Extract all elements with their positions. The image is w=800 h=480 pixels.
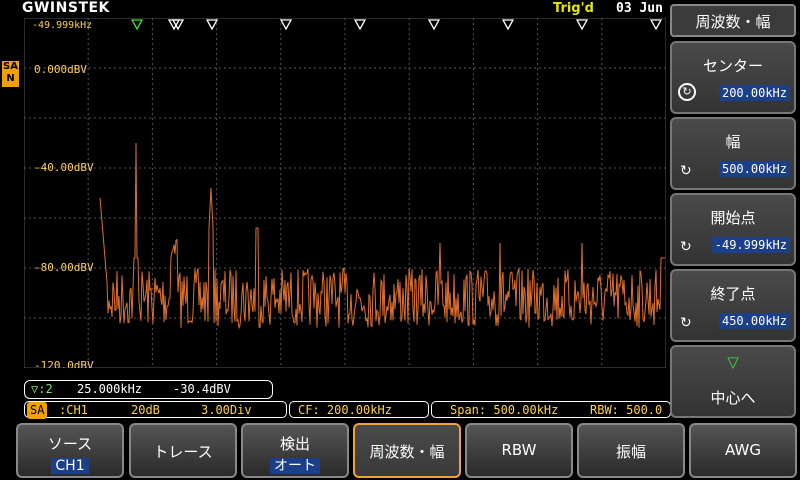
marker-triangle-icon — [649, 19, 663, 31]
menu-title: 周波数・幅 — [670, 4, 796, 37]
span-button[interactable]: 幅 ↻ 500.00kHz — [670, 117, 796, 190]
sa-channel-badge: SA N — [2, 61, 19, 87]
tab-detection-label: 検出 — [279, 435, 310, 453]
stop-label: 終了点 — [710, 285, 756, 303]
tab-trace-label: トレース — [153, 443, 213, 461]
marker-triangles — [130, 19, 663, 31]
tab-awg[interactable]: AWG — [689, 423, 797, 478]
start-label: 開始点 — [710, 209, 756, 227]
tab-source-value: CH1 — [51, 458, 89, 474]
start-frequency-button[interactable]: 開始点 ↻ -49.999kHz — [670, 193, 796, 266]
brand-logo: GWINSTEK — [22, 0, 110, 16]
side-menu: 周波数・幅 センター ↻ 200.00kHz 幅 ↻ 500.00kHz 開始点… — [668, 0, 800, 420]
rbw-value: RBW: 500.0 — [590, 403, 663, 417]
gain-value: 20dB — [131, 403, 160, 417]
stop-value: 450.00kHz — [718, 313, 790, 329]
span-value-field: 500.00kHz — [718, 161, 790, 177]
y-label-3: -120.0dBV — [34, 359, 94, 368]
center-label: センター — [702, 57, 763, 75]
marker-triangle-icon — [205, 19, 219, 31]
knob-icon: ↻ — [680, 315, 692, 331]
source-status: SA :CH1 20dB 3.00Div — [24, 401, 287, 419]
source-badge: SA — [27, 402, 48, 419]
center-to-marker-label: 中心へ — [710, 389, 756, 407]
knob-icon: ↻ — [678, 83, 696, 101]
center-to-marker-button[interactable]: ▽ 中心へ — [670, 345, 796, 418]
marker-triangle-icon — [575, 19, 589, 31]
tab-detection-value: オート — [270, 458, 320, 474]
knob-icon: ↻ — [680, 163, 692, 179]
y-label-1: -40.00dBV — [34, 161, 94, 174]
marker-id: ▽:2 — [31, 382, 53, 396]
center-frequency-status: CF: 200.00kHz — [289, 401, 429, 418]
spectrum-trace — [99, 142, 665, 330]
marker-readout: ▽:2 25.000kHz -30.4dBV — [24, 380, 273, 399]
center-frequency: CF: 200.00kHz — [298, 403, 392, 417]
stop-frequency-button[interactable]: 終了点 ↻ 450.00kHz — [670, 269, 796, 342]
span-label: 幅 — [725, 133, 741, 151]
tab-detection[interactable]: 検出 オート — [241, 423, 349, 478]
tab-source-label: ソース — [47, 435, 93, 453]
tab-source[interactable]: ソース CH1 — [16, 423, 124, 478]
tab-rbw-label: RBW — [501, 441, 537, 459]
start-value: -49.999kHz — [711, 237, 790, 253]
center-frequency-button[interactable]: センター ↻ 200.00kHz — [670, 41, 796, 114]
y-label-2: -80.00dBV — [34, 261, 94, 274]
marker-triangle-icon — [353, 19, 367, 31]
marker-triangle-icon — [279, 19, 293, 31]
tab-frequency-span-label: 周波数・幅 — [369, 443, 445, 461]
source-channel: :CH1 — [59, 403, 88, 417]
marker-frequency: 25.000kHz — [77, 382, 143, 396]
center-value: 200.00kHz — [718, 85, 790, 101]
spectrum-display: -49.999kHz 0.000dBV -40.00dBV -80.00dBV … — [24, 18, 666, 368]
tab-trace[interactable]: トレース — [129, 423, 237, 478]
span-rbw-status: Span: 500.00kHz RBW: 500.0 — [431, 401, 671, 418]
tab-rbw[interactable]: RBW — [465, 423, 573, 478]
tab-amplitude[interactable]: 振幅 — [577, 423, 685, 478]
marker-triangle-icon — [130, 19, 144, 31]
knob-icon: ↻ — [680, 239, 692, 255]
div-value: 3.00Div — [201, 403, 252, 417]
date-display: 03 Jun — [616, 1, 663, 16]
tab-amplitude-label: 振幅 — [615, 443, 646, 461]
start-frequency-label: -49.999kHz — [32, 20, 92, 31]
trigger-status: Trig'd — [553, 1, 594, 16]
marker-triangle-icon — [427, 19, 441, 31]
tab-frequency-span[interactable]: 周波数・幅 — [353, 423, 461, 478]
triangle-down-icon: ▽ — [727, 353, 739, 371]
tab-awg-label: AWG — [725, 441, 761, 459]
marker-level: -30.4dBV — [173, 382, 231, 396]
y-label-0: 0.000dBV — [34, 63, 87, 76]
span-value: Span: 500.00kHz — [450, 403, 559, 417]
marker-triangle-icon — [501, 19, 515, 31]
